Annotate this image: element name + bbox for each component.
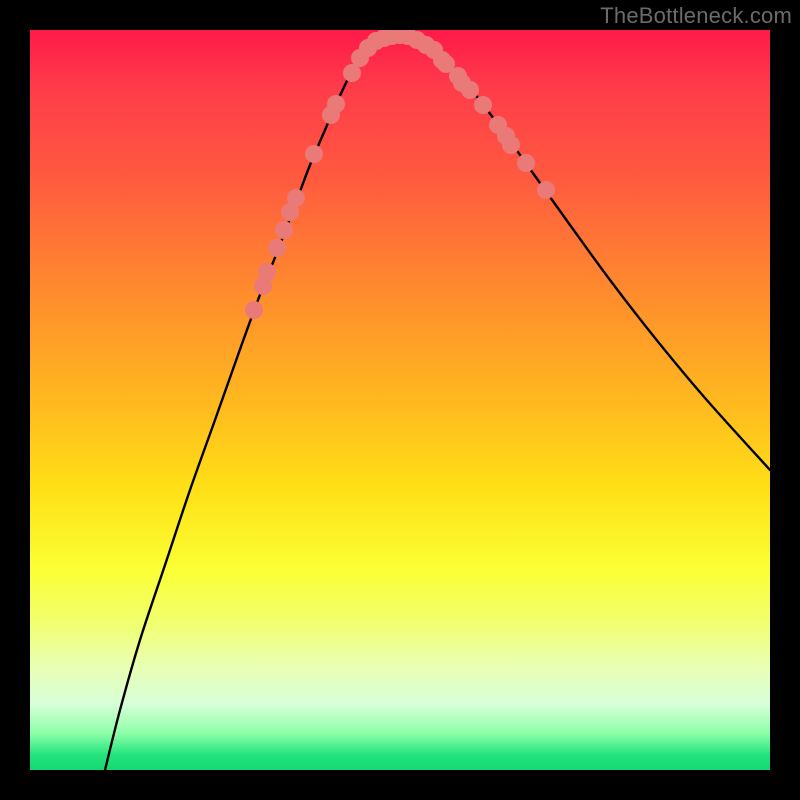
highlight-dot bbox=[502, 136, 520, 154]
highlight-dot bbox=[474, 96, 492, 114]
curve-layer bbox=[30, 30, 770, 770]
highlight-dot bbox=[275, 221, 293, 239]
highlight-dot bbox=[517, 154, 535, 172]
highlight-dots bbox=[245, 30, 555, 319]
plot-area bbox=[30, 30, 770, 770]
highlight-dot bbox=[327, 95, 345, 113]
highlight-dot bbox=[537, 181, 555, 199]
chart-frame: TheBottleneck.com bbox=[0, 0, 800, 800]
highlight-dot bbox=[287, 189, 305, 207]
highlight-dot bbox=[245, 301, 263, 319]
highlight-dot bbox=[268, 239, 286, 257]
watermark-text: TheBottleneck.com bbox=[600, 3, 792, 29]
bottleneck-curve bbox=[105, 33, 770, 770]
highlight-dot bbox=[461, 81, 479, 99]
highlight-dot bbox=[305, 145, 323, 163]
highlight-dot bbox=[258, 263, 276, 281]
